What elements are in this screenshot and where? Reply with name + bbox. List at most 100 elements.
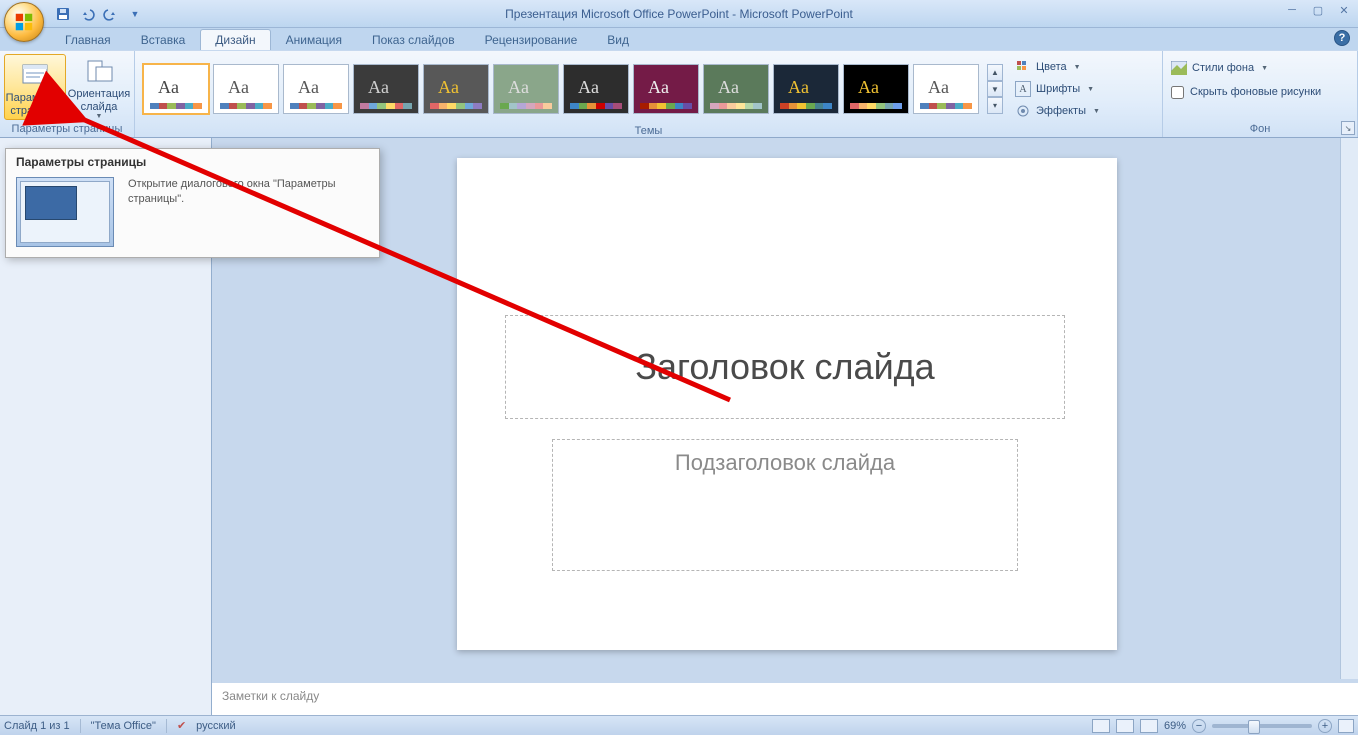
effects-icon	[1015, 103, 1031, 119]
help-button[interactable]: ?	[1334, 30, 1350, 46]
undo-button[interactable]	[76, 3, 98, 25]
subtitle-placeholder[interactable]: Подзаголовок слайда	[552, 439, 1018, 571]
theme-gallery[interactable]: AaAaAaAaAaAaAaAaAaAaAaAa	[139, 61, 983, 117]
minimize-button[interactable]: ─	[1282, 2, 1302, 18]
fit-to-window-button[interactable]	[1338, 719, 1354, 733]
theme-colors-button[interactable]: Цвета ▼	[1011, 57, 1104, 77]
canvas-area[interactable]: Заголовок слайда Подзаголовок слайда	[212, 138, 1358, 679]
chevron-down-icon: ▼	[1093, 108, 1100, 115]
theme-thumb[interactable]: Aa	[143, 64, 209, 114]
title-placeholder[interactable]: Заголовок слайда	[505, 315, 1065, 419]
theme-thumb[interactable]: Aa	[353, 64, 419, 114]
theme-thumb[interactable]: Aa	[563, 64, 629, 114]
theme-thumb-sample: Aa	[578, 77, 599, 98]
theme-thumb-palette	[290, 103, 342, 109]
chevron-down-icon: ▼	[96, 113, 103, 121]
vertical-scrollbar[interactable]	[1340, 138, 1358, 679]
chevron-up-icon: ▲	[991, 68, 999, 77]
theme-thumb[interactable]: Aa	[213, 64, 279, 114]
gallery-expand[interactable]: ▾	[987, 97, 1003, 114]
theme-fonts-button[interactable]: A Шрифты ▼	[1011, 79, 1104, 99]
hide-bg-graphics-input[interactable]	[1171, 86, 1184, 99]
gallery-scroll-up[interactable]: ▲	[987, 64, 1003, 81]
page-setup-button[interactable]: Параметры страницы	[4, 54, 66, 120]
expand-icon: ▾	[993, 101, 997, 110]
theme-thumb[interactable]: Aa	[913, 64, 979, 114]
group-background-label: Фон	[1167, 122, 1353, 137]
quick-access-toolbar: ▼	[52, 0, 146, 27]
slide-canvas[interactable]: Заголовок слайда Подзаголовок слайда	[457, 158, 1117, 650]
tab-review[interactable]: Рецензирование	[470, 29, 593, 50]
theme-effects-label: Эффекты	[1036, 105, 1086, 117]
subtitle-placeholder-text: Подзаголовок слайда	[675, 450, 895, 476]
background-styles-label: Стили фона	[1192, 62, 1254, 74]
theme-thumb-palette	[360, 103, 412, 109]
status-right: 69% − +	[1092, 719, 1354, 733]
group-themes-label: Темы	[139, 124, 1158, 139]
zoom-in-button[interactable]: +	[1318, 719, 1332, 733]
zoom-slider[interactable]	[1212, 724, 1312, 728]
save-icon	[55, 6, 71, 22]
theme-thumb[interactable]: Aa	[423, 64, 489, 114]
status-theme: "Тема Office"	[91, 720, 156, 732]
theme-thumb[interactable]: Aa	[703, 64, 769, 114]
minimize-icon: ─	[1288, 4, 1296, 16]
tooltip-description: Открытие диалогового окна "Параметры стр…	[128, 177, 369, 208]
gallery-scroll-down[interactable]: ▼	[987, 81, 1003, 98]
dialog-launcher-icon: ↘	[1345, 124, 1352, 133]
orientation-button[interactable]: Ориентация слайда ▼	[68, 54, 130, 120]
theme-options: Цвета ▼ A Шрифты ▼ Эффекты ▼	[1005, 54, 1110, 124]
theme-effects-button[interactable]: Эффекты ▼	[1011, 101, 1104, 121]
theme-thumb-sample: Aa	[718, 77, 739, 98]
tab-design[interactable]: Дизайн	[200, 29, 270, 50]
theme-colors-label: Цвета	[1036, 61, 1067, 73]
theme-thumb-sample: Aa	[788, 77, 809, 98]
view-normal-button[interactable]	[1092, 719, 1110, 733]
tab-insert[interactable]: Вставка	[126, 29, 201, 50]
redo-button[interactable]	[100, 3, 122, 25]
background-dialog-launcher[interactable]: ↘	[1341, 121, 1355, 135]
view-sorter-button[interactable]	[1116, 719, 1134, 733]
chevron-down-icon: ▼	[131, 9, 140, 19]
theme-fonts-label: Шрифты	[1036, 83, 1080, 95]
page-setup-label: Параметры страницы	[6, 92, 65, 117]
close-button[interactable]: ✕	[1334, 2, 1354, 18]
hide-bg-graphics-checkbox[interactable]: Скрыть фоновые рисунки	[1167, 82, 1325, 102]
tab-animation[interactable]: Анимация	[271, 29, 357, 50]
qat-customize[interactable]: ▼	[124, 3, 146, 25]
status-slide-count: Слайд 1 из 1	[4, 720, 70, 732]
notes-pane[interactable]: Заметки к слайду	[212, 679, 1358, 715]
status-language[interactable]: русский	[196, 720, 235, 732]
undo-icon	[79, 6, 95, 22]
group-themes: AaAaAaAaAaAaAaAaAaAaAaAa ▲ ▼ ▾ Цвета ▼ A…	[135, 51, 1163, 137]
theme-thumb[interactable]: Aa	[493, 64, 559, 114]
theme-thumb[interactable]: Aa	[773, 64, 839, 114]
background-styles-button[interactable]: Стили фона ▼	[1167, 58, 1272, 78]
zoom-out-button[interactable]: −	[1192, 719, 1206, 733]
theme-thumb[interactable]: Aa	[843, 64, 909, 114]
theme-thumb[interactable]: Aa	[633, 64, 699, 114]
chevron-down-icon: ▼	[1074, 64, 1081, 71]
hide-bg-graphics-label: Скрыть фоновые рисунки	[1190, 86, 1321, 98]
tab-view[interactable]: Вид	[592, 29, 644, 50]
view-slideshow-button[interactable]	[1140, 719, 1158, 733]
theme-thumb-sample: Aa	[298, 77, 319, 98]
theme-thumb-palette	[150, 103, 202, 109]
theme-thumb-palette	[850, 103, 902, 109]
theme-thumb-sample: Aa	[928, 77, 949, 98]
tooltip-page-setup: Параметры страницы Открытие диалогового …	[5, 148, 380, 258]
background-styles-icon	[1171, 60, 1187, 76]
spellcheck-icon[interactable]: ✔	[177, 719, 186, 732]
save-button[interactable]	[52, 3, 74, 25]
orientation-icon	[83, 58, 115, 86]
maximize-icon: ▢	[1313, 4, 1323, 17]
tab-home[interactable]: Главная	[50, 29, 126, 50]
office-button[interactable]	[4, 2, 44, 42]
theme-thumb-sample: Aa	[158, 77, 179, 98]
tab-slideshow[interactable]: Показ слайдов	[357, 29, 470, 50]
theme-thumb-sample: Aa	[648, 77, 669, 98]
maximize-button[interactable]: ▢	[1308, 2, 1328, 18]
theme-thumb-palette	[430, 103, 482, 109]
group-background: Стили фона ▼ Скрыть фоновые рисунки Фон …	[1163, 51, 1358, 137]
theme-thumb[interactable]: Aa	[283, 64, 349, 114]
